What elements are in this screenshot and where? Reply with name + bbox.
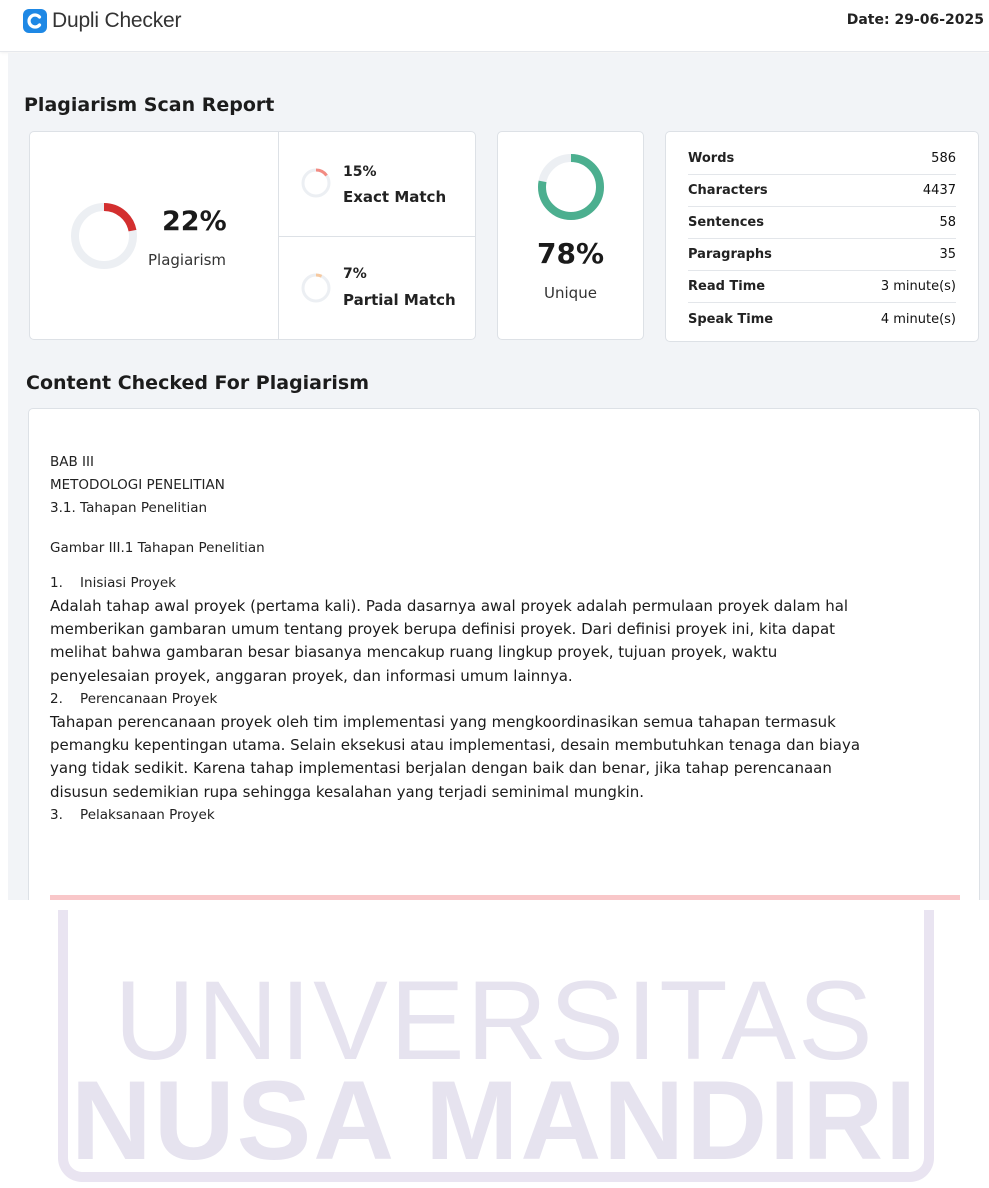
unique-label: Unique — [544, 284, 597, 302]
content-line: 2. Perencanaan Proyek — [50, 690, 218, 707]
content-line: Tahapan perencanaan proyek oleh tim impl… — [50, 713, 836, 732]
content-line: yang tidak sedikit. Karena tahap impleme… — [50, 759, 832, 778]
stat-label: Read Time — [688, 279, 766, 294]
content-line — [50, 560, 960, 572]
exact-match-donut — [301, 168, 331, 198]
watermark-campus: NUSA MANDIRI — [70, 1058, 919, 1183]
content-line: disusun sedemikian rupa sehingga kesalah… — [50, 782, 645, 801]
content-section-title: Content Checked For Plagiarism — [26, 372, 369, 394]
content-line: 3. Pelaksanaan Proyek — [50, 806, 215, 823]
checked-content: BAB III METODOLOGI PENELITIAN 3.1. Tahap… — [50, 451, 960, 827]
stat-value: 58 — [939, 215, 956, 230]
content-line: METODOLOGI PENELITIAN — [50, 477, 225, 494]
unique-donut — [538, 154, 604, 220]
brand-name: Dupli Checker — [52, 9, 182, 32]
content-line: penyelesaian proyek, anggaran proyek, da… — [50, 666, 573, 685]
text-stats-card: Words 586 Characters 4437 Sentences 58 P… — [665, 131, 979, 342]
stat-value: 4 minute(s) — [880, 311, 956, 327]
stat-label: Words — [688, 151, 735, 166]
dupli-checker-logo-icon — [23, 9, 47, 33]
exact-match-label: Exact Match — [343, 188, 447, 206]
stat-row-words: Words 586 — [688, 143, 956, 175]
plagiarism-percent: 22% — [162, 206, 227, 237]
content-line: Gambar III.1 Tahapan Penelitian — [50, 539, 265, 556]
plagiarism-label: Plagiarism — [148, 251, 227, 269]
stat-label: Characters — [688, 183, 768, 198]
stat-value: 4437 — [922, 183, 956, 198]
stat-row-speak-time: Speak Time 4 minute(s) — [688, 303, 956, 335]
unique-card: 78% Unique — [497, 131, 644, 340]
plagiarism-donut — [71, 203, 137, 269]
stat-label: Sentences — [688, 215, 764, 230]
report-title: Plagiarism Scan Report — [24, 94, 275, 116]
stat-label: Speak Time — [688, 311, 774, 327]
partial-match-donut — [301, 273, 331, 303]
report-date: Date: 29-06-2025 — [846, 12, 984, 28]
content-line: Adalah tahap awal proyek (pertama kali).… — [50, 597, 849, 616]
content-line: melihat bahwa gambaran besar biasanya me… — [50, 643, 778, 662]
content-card: BAB III METODOLOGI PENELITIAN 3.1. Tahap… — [28, 408, 980, 908]
card-divider-horizontal — [279, 236, 476, 237]
stat-row-characters: Characters 4437 — [688, 175, 956, 207]
content-line: memberikan gambaran umum tentang proyek … — [50, 620, 836, 639]
stat-value: 35 — [939, 247, 956, 262]
app-header: Dupli Checker Date: 29-06-2025 — [0, 0, 989, 52]
content-line — [50, 521, 960, 537]
content-line: pemangku kepentingan utama. Selain eksek… — [50, 736, 861, 755]
stat-value: 586 — [931, 151, 956, 166]
stat-row-sentences: Sentences 58 — [688, 207, 956, 239]
partial-match-label: Partial Match — [343, 291, 456, 309]
plagiarism-summary-card: 22% Plagiarism 15% Exact Match 7% Partia… — [29, 131, 476, 340]
unique-percent: 78% — [536, 237, 605, 270]
content-line: 1. Inisiasi Proyek — [50, 574, 176, 591]
partial-match-percent: 7% — [343, 266, 367, 282]
stat-row-paragraphs: Paragraphs 35 — [688, 239, 956, 271]
stat-label: Paragraphs — [688, 247, 772, 262]
content-line: BAB III — [50, 454, 94, 470]
dupli-checker-logo[interactable]: Dupli Checker — [22, 8, 181, 34]
stat-value: 3 minute(s) — [880, 279, 956, 294]
content-line: 3.1. Tahapan Penelitian — [50, 500, 208, 517]
exact-match-percent: 15% — [343, 164, 377, 180]
stat-row-read-time: Read Time 3 minute(s) — [688, 271, 956, 303]
